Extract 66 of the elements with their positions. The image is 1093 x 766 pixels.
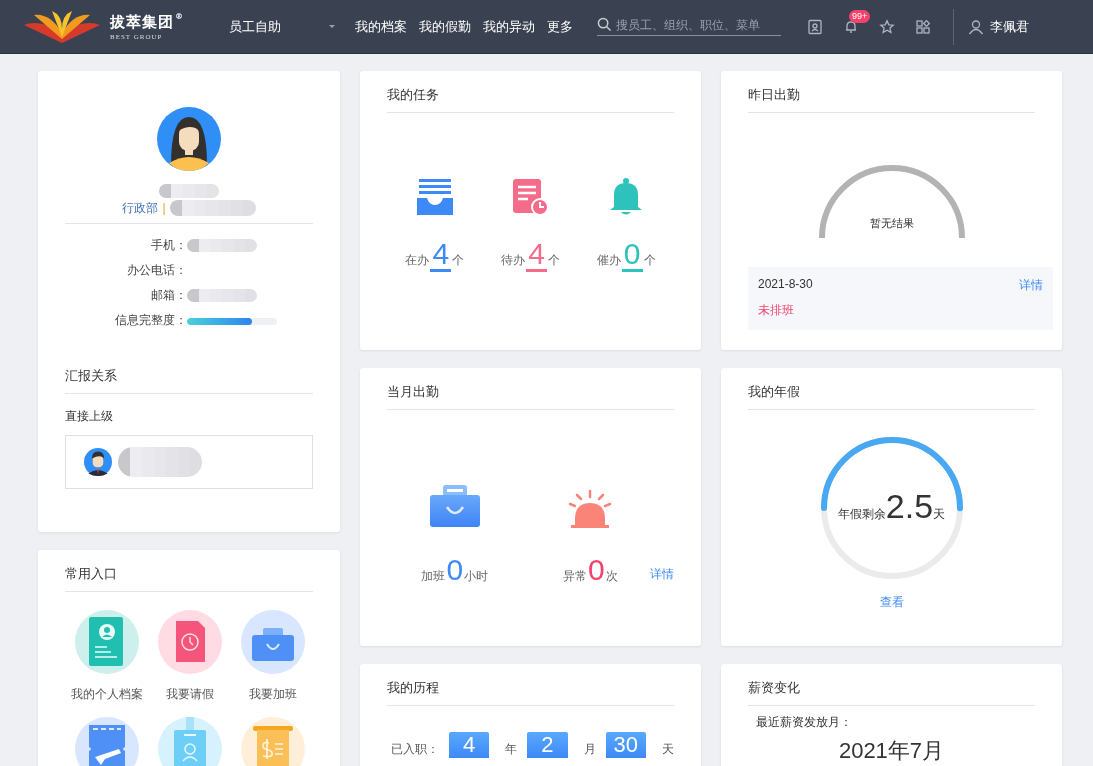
field-label: 办公电话： [126,261,187,279]
attendance-count: 加班0小时 [421,555,489,585]
date-label: 2021-8-30 [758,277,813,293]
card-title: 昨日出勤 [748,71,1035,113]
field-label: 信息完整度： [114,311,187,329]
details-link[interactable]: 详情 [650,566,674,583]
logo-text: 拔萃集团® [110,12,184,32]
search-field[interactable]: 搜员工、组织、职位、菜单 [597,17,781,36]
notification-badge: 99+ [849,9,871,23]
section-title: 汇报关系 [65,366,313,394]
shortcut-item[interactable]: 我要加班 [231,610,314,703]
salary-month: 2021年7月 [837,739,946,763]
field-label: 手机： [150,236,187,254]
avatar [157,107,221,171]
task-count[interactable]: 在办 4 个 [405,239,465,272]
apps-icon[interactable] [915,18,931,35]
task-count[interactable]: 待办 4 个 [501,239,560,272]
avatar [84,447,112,476]
flip-digit: 2 [527,732,568,758]
shortcut-item[interactable]: 我要请假 [148,610,231,703]
blurred-text [159,183,219,198]
card-title: 当月出勤 [387,368,674,410]
module-switch[interactable]: 员工自助 [229,17,336,36]
blurred-text [187,239,257,253]
leave-remaining: 年假剩余2.5天 [836,489,947,524]
id-badge-icon [157,717,222,766]
field-label: 邮箱： [150,286,187,304]
nav-link[interactable]: 我的假勤 [419,17,471,36]
attendance-count: 异常 0次 [562,555,618,585]
user-icon[interactable] [968,18,984,35]
unit-label: 年 [505,741,518,758]
briefcase-icon [240,610,305,674]
unit-label: 天 [662,741,674,758]
nav-link[interactable]: 我的异动 [483,17,535,36]
flip-digit: 30 [605,732,646,758]
star-icon[interactable] [879,18,895,35]
caret-icon[interactable] [328,24,336,29]
profile-card-icon [74,610,139,674]
unit-label: 月 [583,741,596,758]
card-title: 薪资变化 [748,664,1035,706]
search-icon [597,17,612,32]
blurred-text [187,289,257,303]
clock-document-icon [157,610,222,674]
inbox-tray-icon [414,177,455,217]
shortcut-item[interactable]: 我的个人档案 [65,610,148,703]
flip-digit: 4 [449,732,490,758]
alarm-light-icon [567,489,614,529]
task-count[interactable]: 催办 0 个 [596,239,656,272]
salary-scroll-icon [240,717,305,766]
card-title: 我的历程 [387,664,674,706]
gauge-status: 暂无结果 [868,216,915,231]
tenure-label: 已入职： [391,741,439,758]
nav-link[interactable]: 更多 [547,17,573,36]
separator: | [162,201,166,216]
card-title: 常用入口 [65,550,313,592]
shift-status: 未排班 [758,302,794,319]
view-link[interactable]: 查看 [748,594,1035,611]
card-title: 我的年假 [748,368,1035,410]
nav-link[interactable]: 我的档案 [355,17,407,36]
contact-card-icon[interactable] [807,18,823,35]
user-menu[interactable]: 李佩君 [968,17,1029,36]
department-label: 行政部 [122,199,159,217]
card-title: 我的任务 [387,71,674,113]
briefcase-icon [428,483,481,529]
salary-label: 最近薪资发放月： [756,714,853,731]
section-subtitle: 直接上级 [65,407,114,425]
